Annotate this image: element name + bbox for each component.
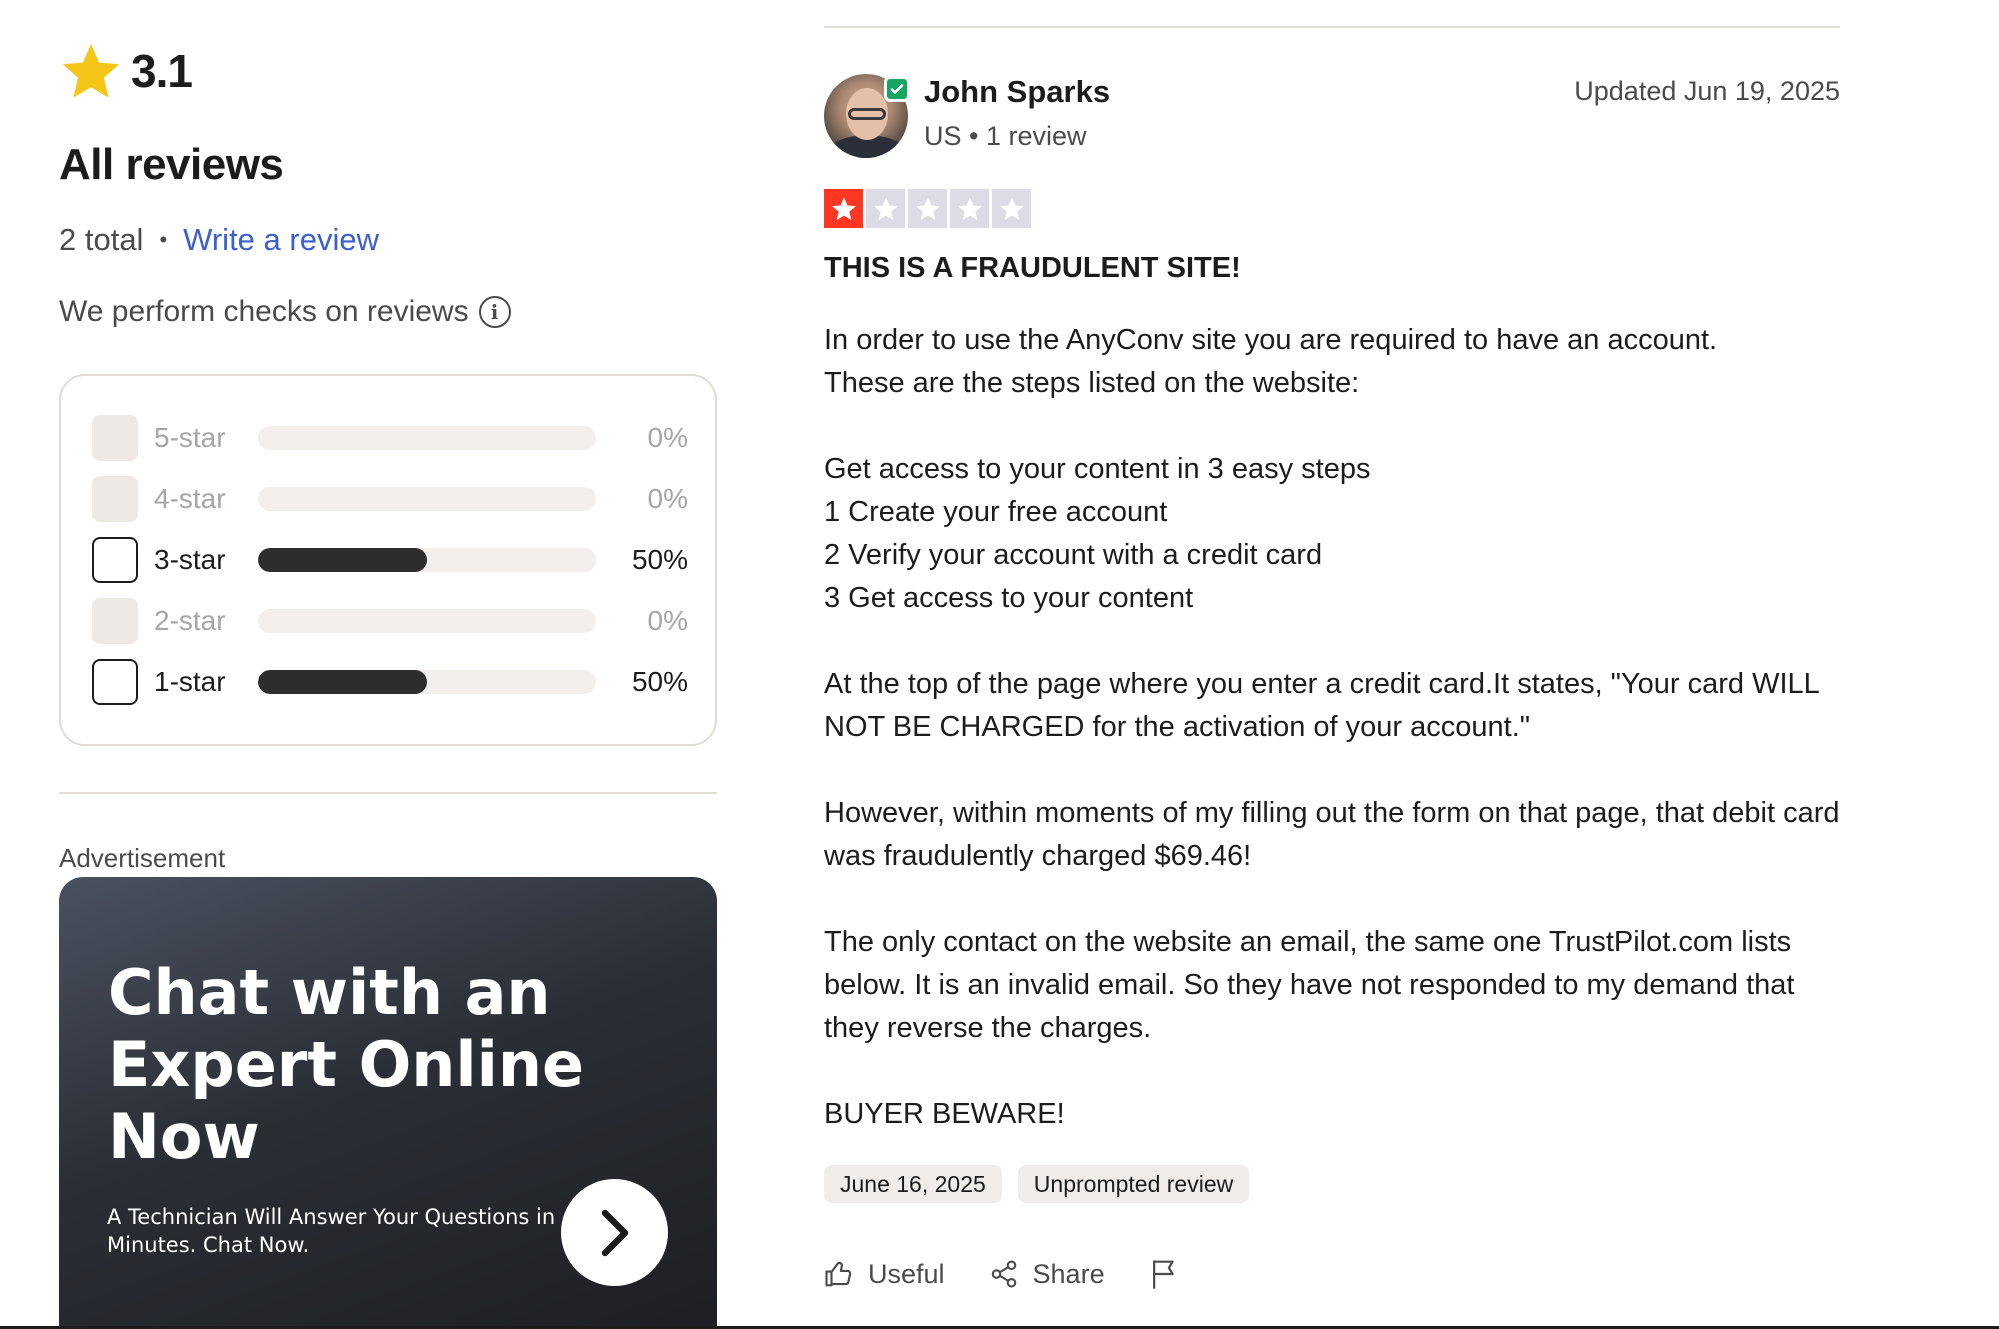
write-review-link[interactable]: Write a review — [183, 222, 379, 258]
review-paragraph: At the top of the page where you enter a… — [824, 668, 1819, 743]
distribution-bar — [258, 670, 596, 694]
distribution-percent: 0% — [647, 422, 688, 453]
distribution-row: 2-star 0% — [92, 598, 688, 644]
review-tags: June 16, 2025 Unprompted review — [824, 1165, 1250, 1203]
info-icon[interactable]: i — [478, 296, 511, 328]
share-button[interactable]: Share — [989, 1259, 1105, 1290]
star-icon — [950, 189, 989, 228]
distribution-bar — [258, 487, 596, 511]
report-button[interactable] — [1149, 1258, 1193, 1290]
useful-button[interactable]: Useful — [824, 1259, 945, 1290]
ad-banner[interactable]: Chat with an Expert Online Now A Technic… — [59, 877, 717, 1329]
rating-value: 3.1 — [131, 45, 193, 97]
star-icon — [62, 43, 120, 98]
page-title: All reviews — [59, 140, 284, 189]
filter-checkbox[interactable] — [92, 659, 138, 705]
review-paragraph: However, within moments of my filling ou… — [824, 797, 1840, 872]
review-updated-date: Updated Jun 19, 2025 — [1574, 76, 1840, 106]
distribution-label: 5-star — [154, 422, 226, 453]
distribution-row: 5-star 0% — [92, 415, 688, 461]
distribution-row: 4-star 0% — [92, 476, 688, 522]
review-paragraph: The only contact on the website an email… — [824, 926, 1795, 1044]
distribution-label: 2-star — [154, 605, 226, 636]
share-icon — [991, 1260, 1016, 1288]
distribution-bar-fill — [258, 670, 427, 694]
chevron-right-icon — [601, 1209, 628, 1256]
review-star-rating — [824, 189, 1031, 228]
review-paragraph: In order to use the AnyConv site you are… — [824, 324, 1718, 399]
filter-checkbox — [92, 476, 138, 522]
thumbs-up-icon — [825, 1261, 852, 1287]
flag-icon — [1152, 1260, 1174, 1289]
total-count: 2 total — [59, 222, 144, 257]
divider — [824, 26, 1840, 28]
distribution-row[interactable]: 3-star 50% — [92, 537, 688, 583]
star-icon — [908, 189, 947, 228]
separator-dot: • — [159, 227, 168, 252]
distribution-label: 4-star — [154, 483, 226, 514]
reviewer-name[interactable]: John Sparks — [924, 74, 1110, 110]
overall-rating: 3.1 — [59, 40, 193, 102]
divider — [59, 792, 717, 794]
distribution-percent: 50% — [631, 666, 688, 697]
star-icon — [824, 189, 863, 228]
star-icon — [866, 189, 905, 228]
star-icon — [992, 189, 1031, 228]
distribution-row[interactable]: 1-star 50% — [92, 659, 688, 705]
total-row: 2 total • Write a review — [59, 222, 379, 258]
rating-distribution: 5-star 0% 4-star 0% 3-star 50% 2-star 0% 1-star 5… — [59, 374, 717, 746]
ad-title: Chat with an Expert Online Now — [108, 956, 585, 1173]
distribution-label: 1-star — [154, 666, 226, 697]
ad-label: Advertisement — [59, 843, 226, 873]
distribution-bar — [258, 548, 596, 572]
share-label: Share — [1032, 1258, 1105, 1289]
reviewer-meta: US • 1 review — [924, 121, 1087, 151]
ad-cta-button[interactable] — [561, 1179, 668, 1286]
distribution-bar — [258, 609, 596, 633]
useful-label: Useful — [868, 1258, 945, 1289]
review-body: In order to use the AnyConv site you are… — [824, 319, 1844, 1179]
distribution-label: 3-star — [154, 544, 226, 575]
checks-text: We perform checks on reviews — [59, 295, 469, 328]
distribution-percent: 0% — [647, 483, 688, 514]
date-of-experience-chip: June 16, 2025 — [824, 1165, 1002, 1203]
verified-check-icon — [884, 76, 910, 102]
distribution-percent: 0% — [647, 605, 688, 636]
filter-checkbox — [92, 415, 138, 461]
checks-notice: We perform checks on reviews i — [59, 295, 511, 329]
review-paragraph: BUYER BEWARE! — [824, 1098, 1065, 1130]
ad-subtitle: A Technician Will Answer Your Questions … — [107, 1205, 556, 1257]
review-actions: Useful Share — [824, 1258, 1237, 1290]
distribution-percent: 50% — [631, 544, 688, 575]
filter-checkbox — [92, 598, 138, 644]
review-paragraph: Get access to your content in 3 easy ste… — [824, 453, 1371, 614]
filter-checkbox[interactable] — [92, 537, 138, 583]
distribution-bar-fill — [258, 548, 427, 572]
review-title: THIS IS A FRAUDULENT SITE! — [824, 252, 1241, 284]
review-type-chip[interactable]: Unprompted review — [1017, 1165, 1250, 1203]
distribution-bar — [258, 426, 596, 450]
